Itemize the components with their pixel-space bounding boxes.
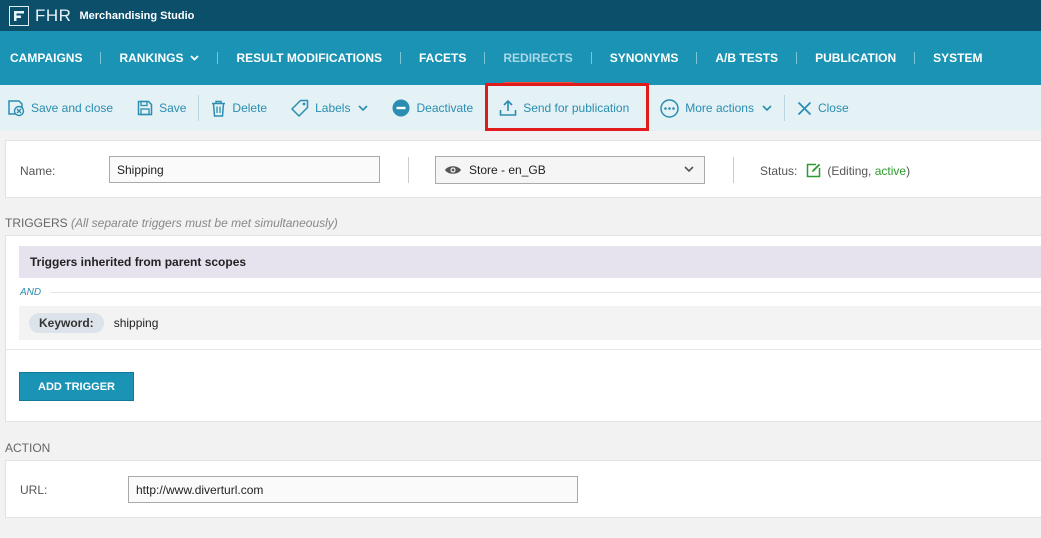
status-display: Status: (Editing, active)	[760, 163, 910, 178]
deactivate-label: Deactivate	[416, 101, 474, 115]
save-label: Save	[159, 101, 187, 115]
save-button[interactable]: Save	[125, 85, 198, 131]
app-header: FHR Merchandising Studio	[0, 0, 1041, 31]
status-open: (Editing,	[827, 163, 872, 178]
nav-facets[interactable]: FACETS	[401, 31, 484, 85]
tag-icon	[291, 99, 309, 117]
nav-label: RANKINGS	[119, 51, 184, 65]
scope-select[interactable]: Store - en_GB	[435, 156, 705, 184]
keyword-trigger-row[interactable]: Keyword: shipping	[19, 306, 1041, 340]
chevron-down-icon	[358, 105, 369, 111]
nav-label: RESULT MODIFICATIONS	[236, 51, 383, 65]
save-and-close-label: Save and close	[31, 101, 114, 115]
keyword-value: shipping	[113, 316, 159, 330]
status-close: )	[906, 163, 911, 178]
delete-button[interactable]: Delete	[199, 85, 279, 131]
nav-label: SYSTEM	[933, 51, 983, 65]
close-button[interactable]: Close	[785, 85, 861, 131]
eye-icon	[445, 166, 461, 174]
logo-icon	[9, 5, 29, 26]
and-connector: AND	[20, 287, 42, 298]
nav-system[interactable]: SYSTEM	[915, 31, 1000, 85]
upload-icon	[499, 99, 517, 116]
delete-label: Delete	[232, 101, 268, 115]
scope-value: Store - en_GB	[469, 163, 546, 177]
chevron-down-icon	[684, 166, 694, 172]
app-name: Merchandising Studio	[79, 9, 195, 22]
close-label: Close	[817, 101, 849, 115]
divider	[733, 157, 734, 183]
labels-label: Labels	[315, 101, 351, 115]
send-for-publication-button[interactable]: Send for publication	[485, 85, 648, 131]
divider	[408, 157, 409, 183]
divider	[50, 292, 1041, 293]
nav-label: SYNONYMS	[609, 51, 679, 65]
close-icon	[797, 101, 812, 115]
labels-button[interactable]: Labels	[279, 85, 380, 131]
nav-label: A/B TESTS	[715, 51, 779, 65]
main-nav: CAMPAIGNS RANKINGS RESULT MODIFICATIONS …	[0, 31, 1041, 85]
deactivate-button[interactable]: Deactivate	[380, 85, 485, 131]
more-actions-label: More actions	[685, 101, 754, 115]
save-icon	[137, 100, 153, 116]
keyword-tag: Keyword:	[29, 313, 104, 333]
save-and-close-button[interactable]: Save and close	[0, 85, 125, 131]
nav-ab-tests[interactable]: A/B TESTS	[697, 31, 796, 85]
more-actions-button[interactable]: More actions	[648, 85, 784, 131]
url-label: URL:	[20, 483, 48, 497]
divider	[6, 349, 1041, 350]
add-trigger-button[interactable]: ADD TRIGGER	[19, 372, 134, 401]
more-dots-icon	[660, 98, 680, 118]
chevron-down-icon	[190, 55, 200, 61]
chevron-down-icon	[762, 105, 772, 111]
triggers-title: TRIGGERS	[5, 216, 68, 230]
nav-result-modifications[interactable]: RESULT MODIFICATIONS	[218, 31, 400, 85]
name-label: Name:	[20, 164, 56, 178]
nav-synonyms[interactable]: SYNONYMS	[592, 31, 697, 85]
inherited-triggers-header[interactable]: Triggers inherited from parent scopes	[19, 246, 1041, 278]
status-label: Status:	[760, 163, 798, 178]
action-heading: ACTION	[5, 441, 51, 455]
triggers-panel: Triggers inherited from parent scopes AN…	[5, 235, 1041, 422]
nav-label: FACETS	[419, 51, 467, 65]
action-panel: URL:	[5, 460, 1041, 518]
send-for-publication-label: Send for publication	[523, 101, 630, 115]
nav-rankings[interactable]: RANKINGS	[101, 31, 217, 85]
nav-campaigns[interactable]: CAMPAIGNS	[0, 31, 100, 85]
logo-text: FHR	[35, 5, 72, 25]
edit-icon	[807, 163, 821, 178]
nav-redirects[interactable]: REDIRECTS	[485, 31, 590, 85]
name-input[interactable]	[109, 156, 380, 183]
status-active: active	[874, 163, 907, 178]
minus-circle-icon	[392, 99, 410, 117]
save-close-icon	[8, 100, 25, 117]
nav-label: CAMPAIGNS	[10, 51, 83, 65]
nav-label: PUBLICATION	[815, 51, 897, 65]
triggers-heading: TRIGGERS (All separate triggers must be …	[5, 216, 338, 230]
action-toolbar: Save and close Save Delete Labels Deacti…	[0, 85, 1041, 131]
redirect-header-panel: Name: Store - en_GB Status: (Editing, ac…	[5, 140, 1041, 198]
url-input[interactable]	[128, 476, 578, 503]
nav-publication[interactable]: PUBLICATION	[797, 31, 914, 85]
trash-icon	[212, 100, 226, 117]
nav-label: REDIRECTS	[503, 51, 573, 65]
triggers-note: (All separate triggers must be met simul…	[71, 216, 338, 230]
